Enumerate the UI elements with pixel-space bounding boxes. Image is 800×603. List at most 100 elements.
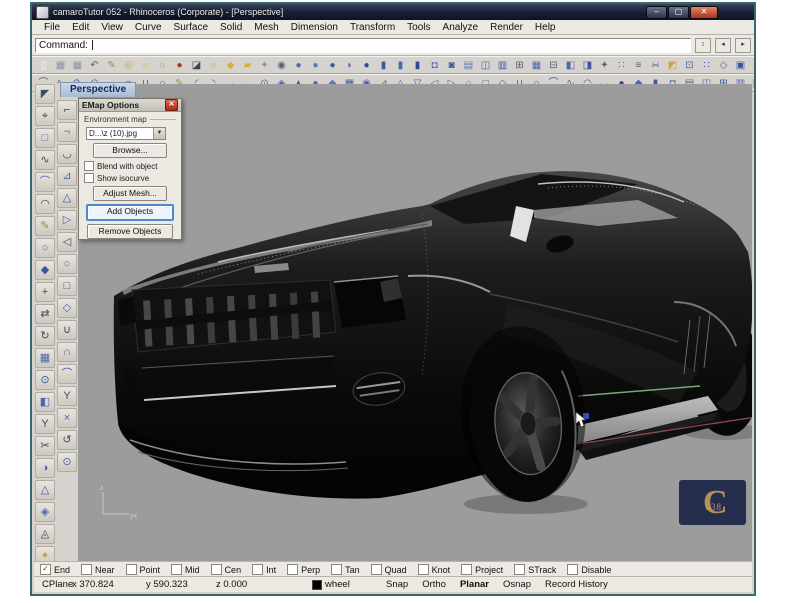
- toolbar-icon[interactable]: ⌖: [35, 106, 55, 126]
- checkbox-box[interactable]: ✓: [40, 564, 51, 575]
- checkbox-box[interactable]: [84, 161, 94, 171]
- command-input[interactable]: Command:: [35, 38, 691, 53]
- toolbar-icon[interactable]: △: [57, 188, 77, 208]
- minimize-button[interactable]: –: [646, 6, 667, 19]
- osnap-toggle-end[interactable]: ✓End: [40, 564, 70, 575]
- toolbar-icon[interactable]: △: [35, 480, 55, 500]
- osnap-toggle-cen[interactable]: Cen: [211, 564, 242, 575]
- status-toggle-osnap[interactable]: Osnap: [503, 579, 531, 590]
- toolbar-icon[interactable]: ▮: [376, 58, 391, 73]
- checkbox-box[interactable]: [171, 564, 182, 575]
- maximize-button[interactable]: ▢: [668, 6, 689, 19]
- checkbox-box[interactable]: [418, 564, 429, 575]
- toolbar-icon[interactable]: ⌐: [57, 100, 77, 120]
- toolbar-icon[interactable]: ◧: [35, 392, 55, 412]
- menu-surface[interactable]: Surface: [168, 22, 214, 33]
- osnap-toggle-int[interactable]: Int: [252, 564, 276, 575]
- toolbar-icon[interactable]: ☼: [155, 58, 170, 73]
- add-objects-button[interactable]: Add Objects: [86, 204, 174, 221]
- osnap-toggle-near[interactable]: Near: [81, 564, 115, 575]
- cplane-button[interactable]: CPlane: [42, 579, 73, 590]
- toolbar-icon[interactable]: ▦: [529, 58, 544, 73]
- toolbar-icon[interactable]: ▥: [495, 58, 510, 73]
- toolbar-icon[interactable]: ●: [359, 58, 374, 73]
- checkbox-box[interactable]: [567, 564, 578, 575]
- osnap-toggle-strack[interactable]: STrack: [514, 564, 556, 575]
- toolbar-icon[interactable]: ∪: [57, 320, 77, 340]
- toolbar-icon[interactable]: ⊞: [512, 58, 527, 73]
- toolbar-icon[interactable]: Y: [35, 414, 55, 434]
- toolbar-icon[interactable]: ↺: [57, 430, 77, 450]
- toolbar-icon[interactable]: ▮: [393, 58, 408, 73]
- toolbar-icon[interactable]: ▯: [36, 58, 51, 73]
- toolbar-icon[interactable]: ◈: [35, 502, 55, 522]
- toolbar-icon[interactable]: ▤: [461, 58, 476, 73]
- checkbox-box[interactable]: [211, 564, 222, 575]
- toolbar-icon[interactable]: ⌒: [57, 364, 77, 384]
- checkbox-box[interactable]: [126, 564, 137, 575]
- toolbar-icon[interactable]: ◁: [57, 232, 77, 252]
- toolbar-icon[interactable]: ✦: [597, 58, 612, 73]
- osnap-toggle-project[interactable]: Project: [461, 564, 503, 575]
- toolbar-icon[interactable]: ◠: [35, 194, 55, 214]
- toolbar-icon[interactable]: ○: [57, 254, 77, 274]
- toolbar-icon[interactable]: ◪: [189, 58, 204, 73]
- menu-help[interactable]: Help: [529, 22, 562, 33]
- checkbox-box[interactable]: [287, 564, 298, 575]
- toolbar-icon[interactable]: ⊡: [682, 58, 697, 73]
- toolbar-icon[interactable]: ≡: [631, 58, 646, 73]
- menu-solid[interactable]: Solid: [214, 22, 248, 33]
- menu-dimension[interactable]: Dimension: [285, 22, 344, 33]
- toolbar-icon[interactable]: ◎: [121, 58, 136, 73]
- toolbar-icon[interactable]: ●: [291, 58, 306, 73]
- toolbar-icon[interactable]: ●: [308, 58, 323, 73]
- toolbar-icon[interactable]: ✎: [35, 216, 55, 236]
- toolbar-icon[interactable]: ☼: [206, 58, 221, 73]
- toolbar-icon[interactable]: ◇: [57, 298, 77, 318]
- toolbar-icon[interactable]: ∷: [699, 58, 714, 73]
- toolbar-icon[interactable]: ▣: [733, 58, 748, 73]
- osnap-toggle-quad[interactable]: Quad: [371, 564, 407, 575]
- status-toggle-ortho[interactable]: Ortho: [422, 579, 446, 590]
- toolbar-icon[interactable]: ∿: [35, 150, 55, 170]
- toolbar-icon[interactable]: ◩: [665, 58, 680, 73]
- toolbar-icon[interactable]: ↻: [35, 326, 55, 346]
- toolbar-icon[interactable]: ▷: [57, 210, 77, 230]
- toolbar-icon[interactable]: ⊙: [35, 370, 55, 390]
- show-isocurve-checkbox[interactable]: Show isocurve: [84, 173, 176, 183]
- toolbar-icon[interactable]: ◤: [35, 84, 55, 104]
- osnap-toggle-tan[interactable]: Tan: [331, 564, 360, 575]
- menu-analyze[interactable]: Analyze: [437, 22, 485, 33]
- menu-transform[interactable]: Transform: [344, 22, 401, 33]
- toolbar-icon[interactable]: ◉: [274, 58, 289, 73]
- toolbar-icon[interactable]: ◨: [580, 58, 595, 73]
- browse-button[interactable]: Browse...: [93, 143, 167, 158]
- checkbox-box[interactable]: [81, 564, 92, 575]
- toolbar-icon[interactable]: ◆: [223, 58, 238, 73]
- current-layer[interactable]: wheel: [312, 579, 350, 590]
- toolbar-icon[interactable]: ◬: [35, 524, 55, 544]
- osnap-toggle-knot[interactable]: Knot: [418, 564, 451, 575]
- toolbar-icon[interactable]: ⊿: [57, 166, 77, 186]
- toolbar-icon[interactable]: ¬: [57, 122, 77, 142]
- toolbar-icon[interactable]: ↶: [87, 58, 102, 73]
- toolbar-icon[interactable]: ⇄: [35, 304, 55, 324]
- osnap-toggle-point[interactable]: Point: [126, 564, 161, 575]
- viewport-tab-perspective[interactable]: Perspective: [60, 82, 136, 97]
- chevron-down-icon[interactable]: ▼: [153, 128, 165, 139]
- menu-render[interactable]: Render: [484, 22, 529, 33]
- toolbar-icon[interactable]: ▫: [750, 58, 754, 73]
- toolbar-icon[interactable]: ✎: [104, 58, 119, 73]
- status-toggle-planar[interactable]: Planar: [460, 579, 489, 590]
- osnap-toggle-mid[interactable]: Mid: [171, 564, 200, 575]
- toolbar-icon[interactable]: ◆: [35, 260, 55, 280]
- toolbar-icon[interactable]: ◡: [57, 144, 77, 164]
- emap-dialog-titlebar[interactable]: EMap Options ✕: [79, 99, 181, 112]
- toolbar-icon[interactable]: ◙: [444, 58, 459, 73]
- toolbar-icon[interactable]: □: [35, 128, 55, 148]
- osnap-toggle-perp[interactable]: Perp: [287, 564, 320, 575]
- status-toggle-snap[interactable]: Snap: [386, 579, 408, 590]
- toolbar-icon[interactable]: ∷: [614, 58, 629, 73]
- toolbar-icon[interactable]: ◗: [342, 58, 357, 73]
- checkbox-box[interactable]: [461, 564, 472, 575]
